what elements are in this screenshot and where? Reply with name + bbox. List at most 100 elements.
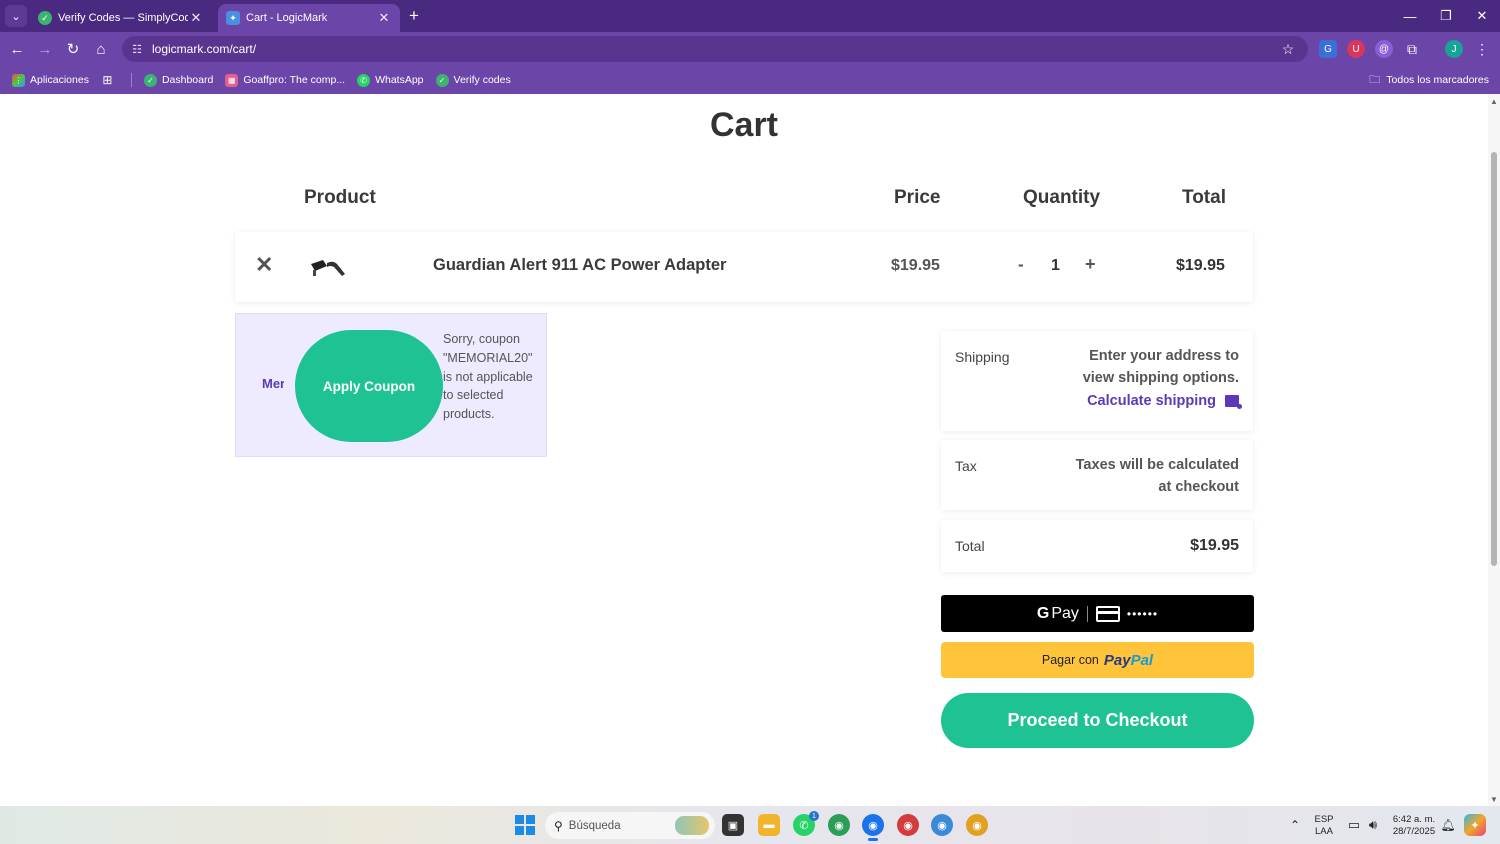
all-bookmarks[interactable]: 🗀 Todos los marcadores [1369,66,1489,94]
gpay-label: Pay [1051,604,1079,622]
remove-item-icon[interactable]: ✕ [255,252,273,278]
calculate-shipping-label: Calculate shipping [1087,393,1216,409]
browser-menu-icon[interactable]: ⋮ [1473,40,1491,58]
page-scrollbar[interactable]: ▲ ▼ [1488,94,1500,806]
reload-icon[interactable]: ↻ [62,38,84,60]
close-tab-icon[interactable]: ✕ [188,10,204,26]
bookmark-grid[interactable]: ⊞ [101,73,119,87]
windows-start-icon[interactable] [515,815,535,835]
coupon-code-input[interactable]: Mer [262,376,284,391]
header-price: Price [894,187,941,208]
bookmark-star-icon[interactable]: ☆ [1278,41,1298,58]
search-placeholder: Búsqueda [568,819,621,832]
tab-verify-codes[interactable]: ✓ Verify Codes — SimplyCodes ✕ [30,4,212,32]
minimize-icon[interactable]: — [1397,6,1423,26]
tax-label: Tax [955,458,977,474]
quantity-increase-button[interactable]: + [1085,254,1096,275]
page-title: Cart [709,106,779,144]
address-bar[interactable]: ☷ logicmark.com/cart/ ☆ [122,36,1308,62]
scrollbar-thumb[interactable] [1491,152,1497,566]
home-icon[interactable]: ⌂ [90,38,112,60]
taskbar-search[interactable]: ⚲ Búsqueda [545,812,715,839]
extensions-puzzle-icon[interactable]: ⧉ [1403,40,1421,58]
chrome-profile-4-icon[interactable]: ◉ [931,814,953,836]
chrome-profile-3-icon[interactable]: ◉ [897,814,919,836]
bookmark-aplicaciones[interactable]: ⋮ Aplicaciones [12,73,89,87]
shield-extension-icon[interactable]: U [1347,40,1365,58]
windows-taskbar: ⚲ Búsqueda ▣ ▬ ✆ 1 ◉ ◉ ◉ ◉ ◉ ⌃ ESP LAA ▭ … [0,806,1500,844]
header-quantity: Quantity [1023,187,1101,208]
bookmark-dashboard[interactable]: ✓ Dashboard [143,73,214,87]
bookmark-label: Aplicaciones [30,74,89,86]
logicmark-favicon-icon: ✦ [226,11,240,25]
total-label: Total [955,538,985,554]
site-info-icon[interactable]: ☷ [130,42,144,56]
header-product: Product [304,187,376,208]
scroll-up-icon[interactable]: ▲ [1488,96,1500,108]
copilot-icon[interactable]: ✦ [1464,814,1486,836]
product-thumbnail[interactable] [309,254,349,280]
file-explorer-icon[interactable]: ▬ [758,814,780,836]
search-icon: ⚲ [554,818,563,833]
url-text[interactable]: logicmark.com/cart/ [152,42,1278,56]
paypal-button[interactable]: Pagar con PayPal [941,642,1254,678]
simplycodes-extension-icon[interactable]: @ [1375,40,1393,58]
back-icon[interactable]: ← [6,38,28,60]
keyboard-layout: LAA [1315,826,1333,837]
restore-icon[interactable]: ❐ [1433,6,1459,26]
tab-title: Cart - LogicMark [246,12,328,24]
chrome-profile-1-icon[interactable]: ◉ [828,814,850,836]
proceed-to-checkout-button[interactable]: Proceed to Checkout [941,693,1254,748]
bookmark-whatsapp[interactable]: ✆ WhatsApp [357,73,424,87]
tax-card: Tax Taxes will be calculated at checkout [941,440,1253,510]
folder-icon: 🗀 [1369,73,1381,86]
forward-icon[interactable]: → [34,38,56,60]
translate-extension-icon[interactable]: G [1319,40,1337,58]
task-view-icon[interactable]: ▣ [722,814,744,836]
gpay-divider [1086,605,1088,622]
shipping-value: Enter your address to view shipping opti… [1082,348,1239,386]
quantity-input[interactable]: 1 [1051,257,1060,275]
clock[interactable]: 6:42 a. m. 28/7/2025 [1388,814,1440,838]
google-pay-button[interactable]: G Pay •••••• [941,595,1254,632]
google-g-icon: G [1036,604,1050,622]
total-value: $19.95 [1190,537,1239,554]
close-tab-icon[interactable]: ✕ [376,10,392,26]
header-total: Total [1182,187,1226,208]
whatsapp-icon: ✆ [357,73,371,87]
quantity-decrease-button[interactable]: - [1018,255,1024,275]
active-app-indicator [868,838,878,841]
paypal-prefix: Pagar con [1041,653,1099,667]
notification-bell-icon[interactable]: 🔔︎ [1437,814,1459,836]
product-name-link[interactable]: Guardian Alert 911 AC Power Adapter [433,256,726,275]
apps-grid-icon: ⋮ [12,73,25,87]
apply-coupon-button[interactable]: Apply Coupon [295,330,443,442]
calculate-shipping-link[interactable]: Calculate shipping [1087,393,1242,409]
item-total: $19.95 [1176,257,1225,274]
paypal-logo-part1: Pay [1103,651,1131,669]
paypal-logo-icon: PayPal [1104,652,1153,669]
chrome-profile-2-icon[interactable]: ◉ [862,814,884,841]
show-hidden-icons[interactable]: ⌃ [1284,814,1306,836]
chrome-profile-5-icon[interactable]: ◉ [966,814,988,836]
whatsapp-taskbar-icon[interactable]: ✆ 1 [793,811,819,836]
scroll-down-icon[interactable]: ▼ [1488,794,1500,806]
tab-cart-logicmark[interactable]: ✦ Cart - LogicMark ✕ [218,4,400,32]
tab-search-button[interactable]: ⌄ [5,5,27,27]
tab-strip: ⌄ ✓ Verify Codes — SimplyCodes ✕ ✦ Cart … [0,0,1500,32]
masked-card-number: •••••• [1126,606,1159,621]
bookmark-verify-codes[interactable]: ✓ Verify codes [435,73,511,87]
close-window-icon[interactable]: ✕ [1469,6,1495,26]
tax-value: Taxes will be calculated at checkout [1075,457,1239,495]
bookmark-label: Dashboard [161,74,214,86]
browser-toolbar: ← → ↻ ⌂ ☷ logicmark.com/cart/ ☆ [0,32,1500,66]
input-language[interactable]: ESP LAA [1312,814,1336,838]
shipping-label: Shipping [955,349,1010,365]
volume-icon[interactable]: 🔊︎ [1362,814,1384,836]
credit-card-icon [1095,605,1120,622]
profile-avatar[interactable]: J [1445,40,1463,58]
new-tab-icon[interactable]: + [404,6,424,26]
cart-item-row: ✕ Guardian Alert 911 AC Power Adapter $1… [235,232,1253,302]
bookmark-goaffpro[interactable]: ▦ Goaffpro: The comp... [225,73,345,87]
coupon-error-message: Sorry, coupon "MEMORIAL20" is not applic… [443,332,533,422]
